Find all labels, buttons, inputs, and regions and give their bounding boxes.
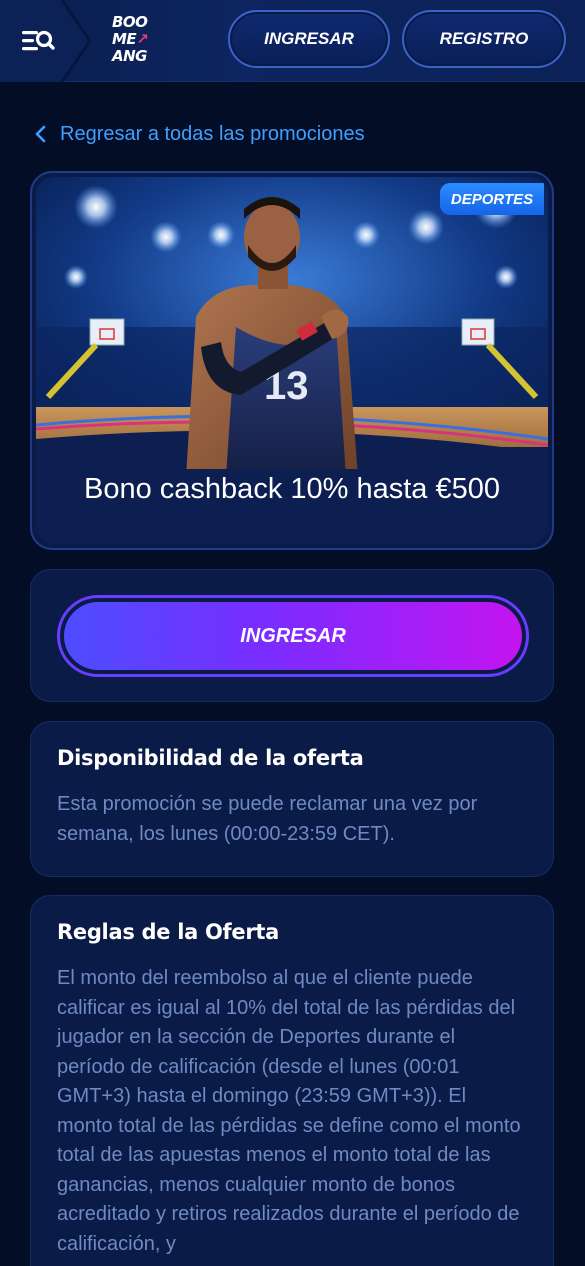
cta-card: INGRESAR (30, 569, 554, 702)
promo-banner-image: 13 (36, 177, 548, 469)
rules-card: Reglas de la Oferta El monto del reembol… (30, 895, 554, 1266)
rules-text: El monto del reembolso al que el cliente… (57, 967, 521, 1255)
menu-search-icon[interactable] (18, 22, 58, 60)
register-button[interactable]: REGISTRO (402, 10, 566, 68)
menu-tab (0, 0, 92, 82)
availability-card: Disponibilidad de la oferta Esta promoci… (30, 721, 554, 877)
brand-logo[interactable]: BOO ME↗ ANG (112, 14, 172, 70)
availability-text: Esta promoción se puede reclamar una vez… (57, 793, 478, 845)
login-button[interactable]: INGRESAR (228, 10, 390, 68)
logo-line-3: ANG (112, 47, 147, 65)
promo-title: Bono cashback 10% hasta €500 (84, 473, 500, 505)
back-link-label: Regresar a todas las promociones (60, 122, 365, 145)
back-to-promotions-link[interactable]: Regresar a todas las promociones (34, 120, 365, 148)
sports-category-badge: DEPORTES (440, 183, 544, 215)
rules-title: Reglas de la Oferta (57, 920, 279, 944)
availability-title: Disponibilidad de la oferta (57, 746, 364, 770)
logo-line-2: ME↗ (112, 30, 149, 48)
chevron-left-icon (35, 125, 46, 143)
top-header: BOO ME↗ ANG INGRESAR REGISTRO (0, 0, 585, 82)
cta-label: INGRESAR (64, 602, 522, 670)
promo-card[interactable]: 13 DEPORTES Bono cashback 10% hasta €500 (30, 171, 554, 550)
logo-line-1: BOO (112, 13, 148, 31)
ingresar-cta-button[interactable]: INGRESAR (57, 595, 529, 677)
